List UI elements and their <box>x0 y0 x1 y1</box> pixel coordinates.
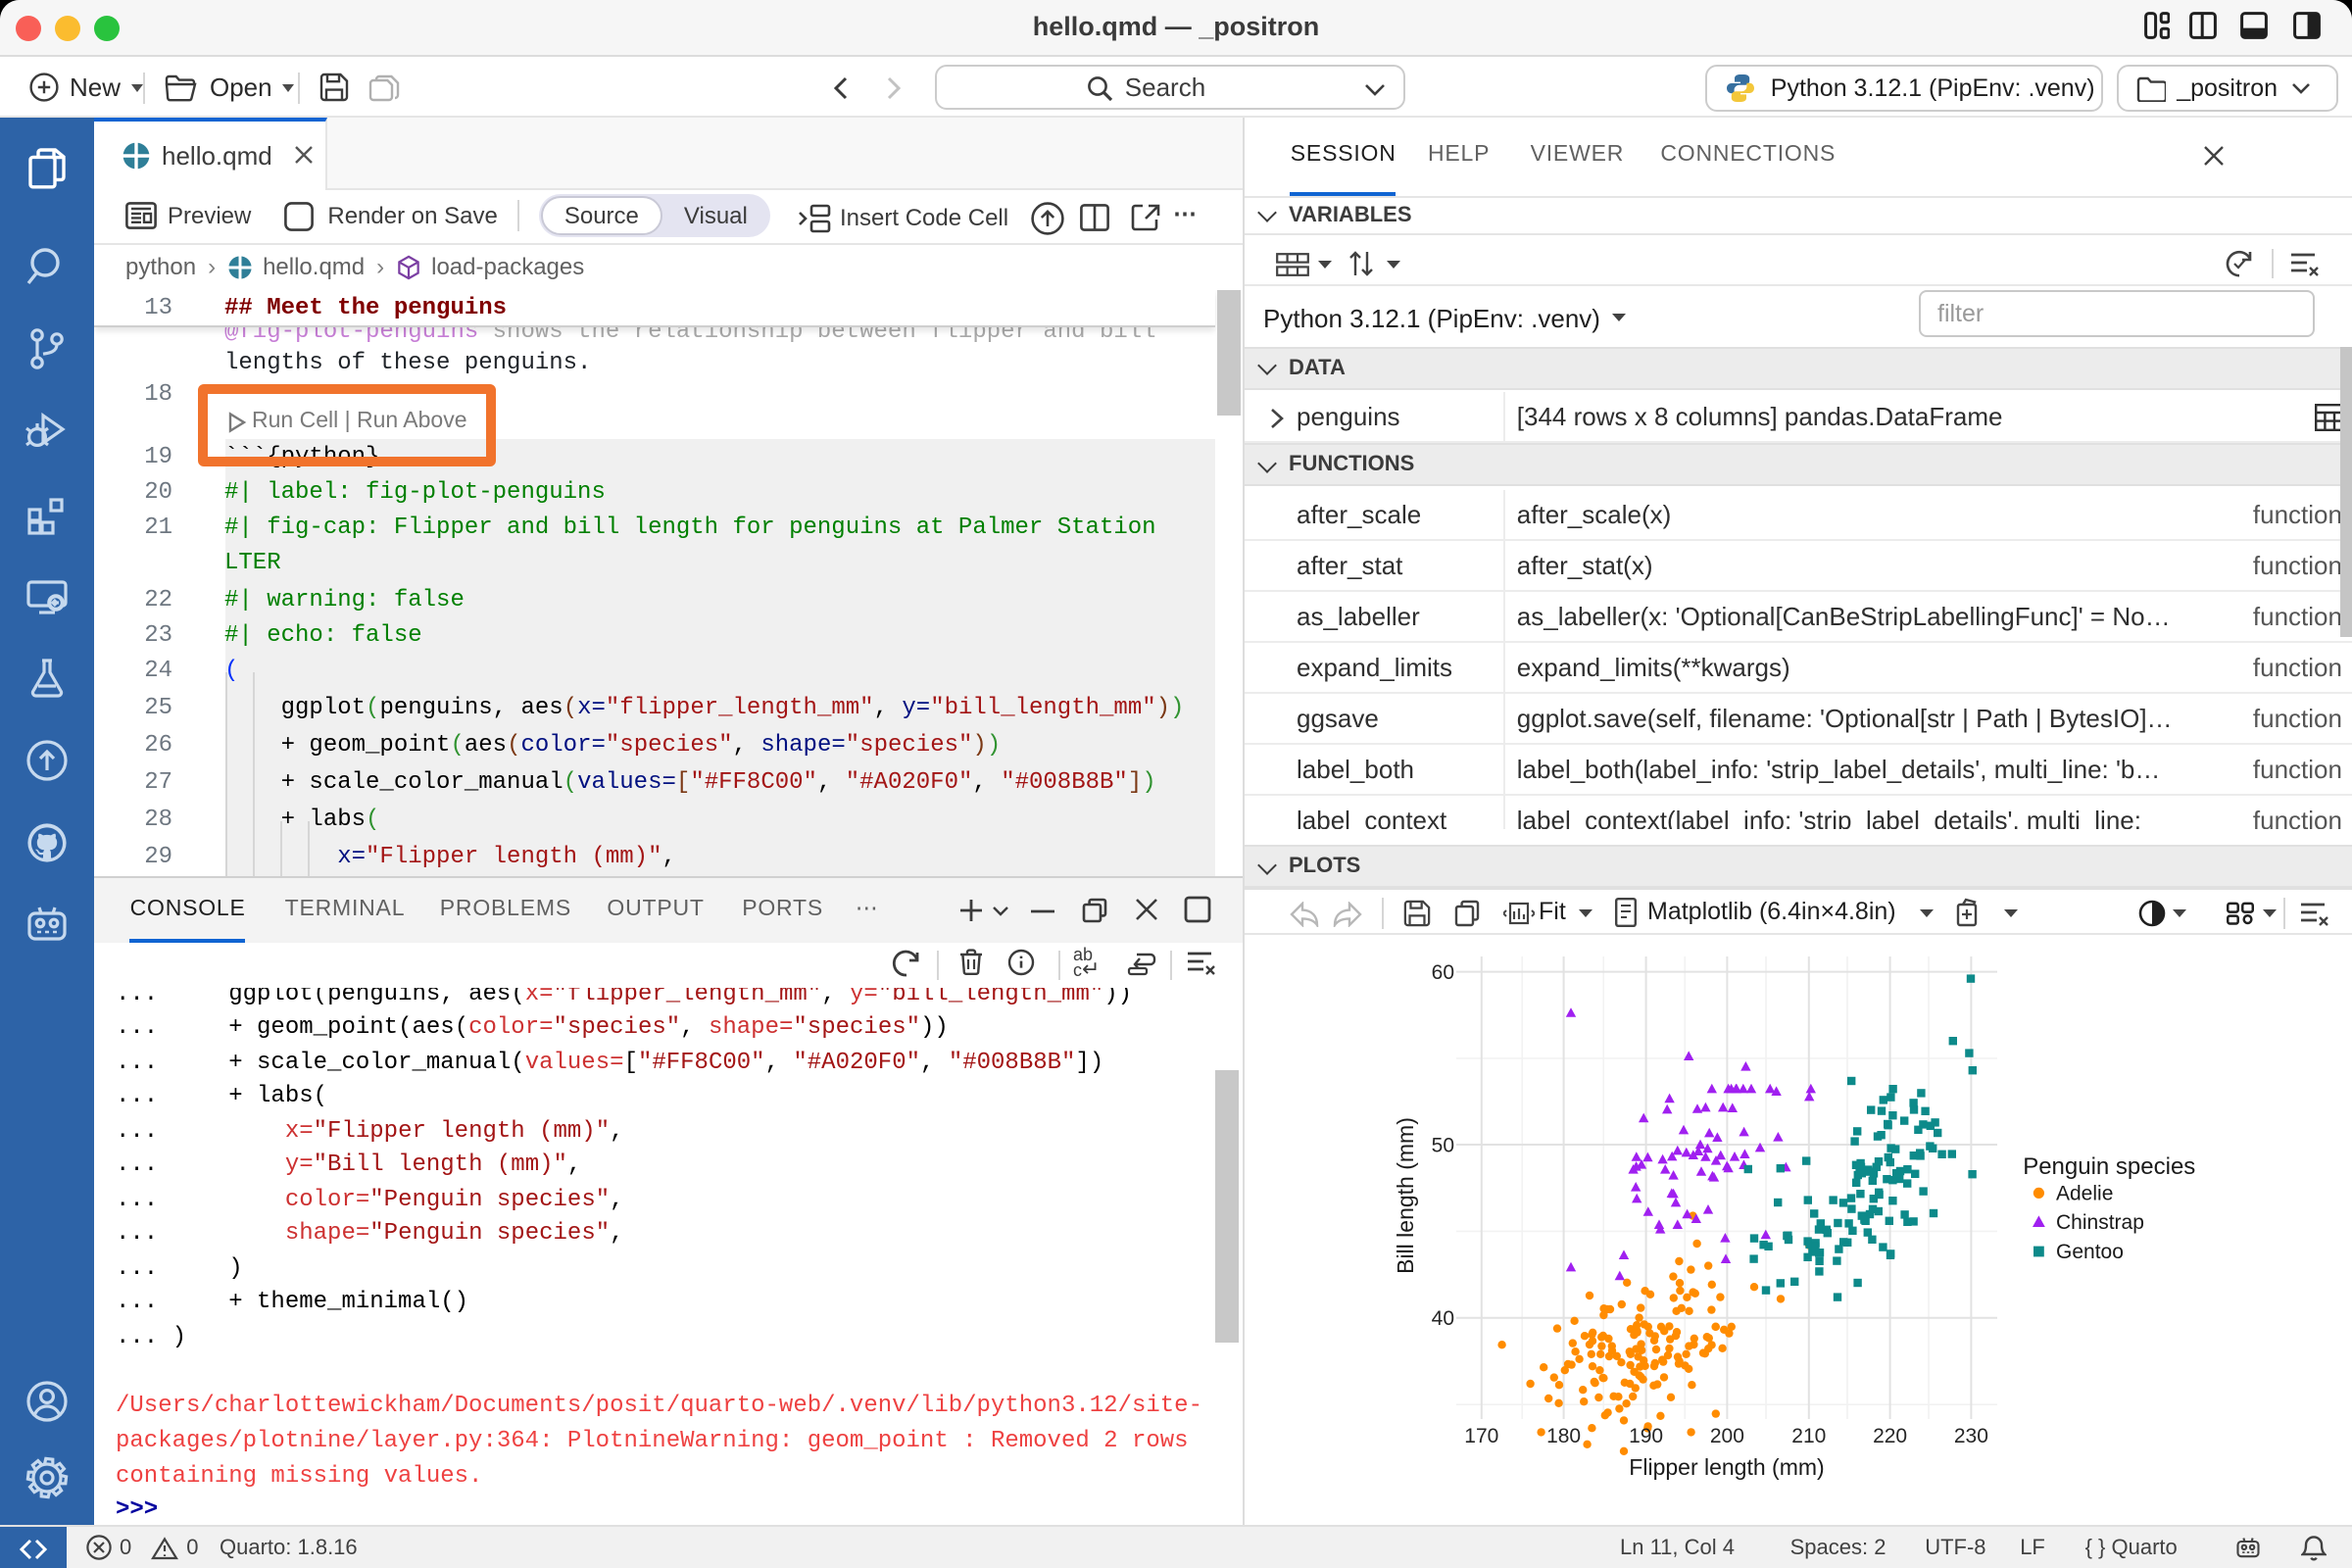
svg-text:220: 220 <box>1872 1425 1906 1447</box>
svg-text:50: 50 <box>1431 1134 1453 1156</box>
svg-text:Penguin species: Penguin species <box>2022 1153 2194 1180</box>
svg-text:40: 40 <box>1431 1307 1453 1330</box>
svg-text:60: 60 <box>1431 961 1453 984</box>
svg-text:210: 210 <box>1790 1425 1825 1447</box>
svg-text:Bill length (mm): Bill length (mm) <box>1392 1117 1417 1274</box>
svg-text:Gentoo: Gentoo <box>2055 1241 2123 1263</box>
svg-text:Chinstrap: Chinstrap <box>2055 1211 2143 1234</box>
svg-text:Adelie: Adelie <box>2055 1182 2112 1204</box>
svg-text:190: 190 <box>1628 1425 1662 1447</box>
svg-text:180: 180 <box>1545 1425 1580 1447</box>
svg-text:200: 200 <box>1709 1425 1743 1447</box>
svg-text:Flipper length (mm): Flipper length (mm) <box>1628 1454 1823 1480</box>
svg-text:230: 230 <box>1953 1425 1987 1447</box>
svg-text:170: 170 <box>1463 1425 1497 1447</box>
